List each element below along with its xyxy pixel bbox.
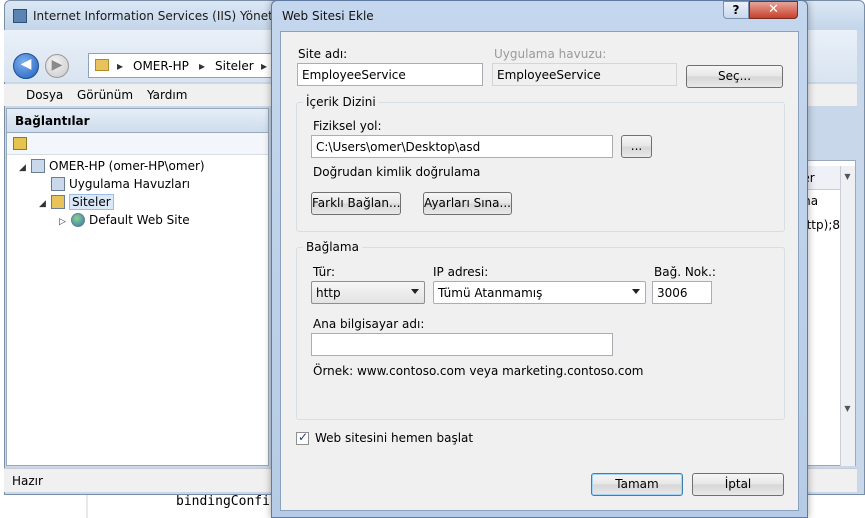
- add-website-dialog: Web Sitesi Ekle ? ✕ Site adı: EmployeeSe…: [271, 0, 808, 518]
- connections-header: Bağlantılar: [7, 109, 268, 133]
- binding-type-value: http: [316, 286, 341, 300]
- ip-address-value: Tümü Atanmamış: [438, 286, 543, 300]
- binding-group: Bağlama Tür: http IP adresi: Tümü Atanma…: [296, 240, 785, 420]
- iis-app-icon: [13, 9, 27, 23]
- binding-title: Bağlama: [303, 240, 362, 254]
- app-pool-icon: [51, 177, 65, 191]
- tree-node-server-label: OMER-HP (omer-HP\omer): [49, 159, 205, 173]
- breadcrumb-separator: ▸: [261, 59, 268, 73]
- breadcrumb-sites[interactable]: Siteler: [215, 59, 254, 73]
- breadcrumb-server[interactable]: OMER-HP: [133, 59, 189, 73]
- checkmark-icon: ✓: [298, 430, 309, 444]
- forward-arrow-icon: ▶: [51, 57, 63, 73]
- connect-icon[interactable]: [13, 137, 27, 150]
- address-bar[interactable]: ▸ OMER-HP ▸ Siteler ▸: [88, 53, 288, 78]
- folder-icon: [95, 59, 109, 71]
- back-arrow-icon: ◀: [20, 56, 32, 72]
- tree-node-app-pools[interactable]: Uygulama Havuzları: [51, 177, 190, 191]
- site-name-input[interactable]: EmployeeService: [297, 63, 483, 86]
- ok-button[interactable]: Tamam: [591, 473, 683, 496]
- start-site-checkbox[interactable]: ✓: [296, 430, 309, 445]
- dropdown-arrow-icon: [411, 289, 419, 294]
- scroll-down-icon[interactable]: ▼: [840, 404, 855, 420]
- connect-as-button[interactable]: Farklı Bağlan...: [311, 192, 401, 215]
- tree-node-default-site[interactable]: ▷ Default Web Site: [59, 213, 190, 227]
- collapse-icon[interactable]: ◢: [39, 199, 49, 209]
- site-name-label: Site adı:: [298, 47, 348, 61]
- tree-node-default-site-label: Default Web Site: [89, 213, 190, 227]
- binding-type-select[interactable]: http: [311, 281, 425, 304]
- server-icon: [31, 159, 45, 173]
- breadcrumb-separator: ▸: [117, 59, 124, 73]
- help-button[interactable]: ?: [723, 1, 749, 19]
- tree-node-sites-label: Siteler: [69, 194, 114, 210]
- content-directory-title: İçerik Dizini: [303, 95, 379, 109]
- test-settings-button[interactable]: Ayarları Sına...: [423, 192, 512, 215]
- tree-node-app-pools-label: Uygulama Havuzları: [69, 177, 190, 191]
- close-button[interactable]: ✕: [749, 1, 798, 19]
- vertical-scrollbar[interactable]: [840, 166, 855, 466]
- expand-icon[interactable]: ▷: [59, 217, 69, 227]
- select-app-pool-button[interactable]: Seç...: [686, 65, 783, 88]
- tree-node-sites[interactable]: ◢ Siteler: [39, 194, 114, 210]
- breadcrumb-separator: ▸: [199, 59, 206, 73]
- sites-folder-icon: [51, 195, 65, 209]
- browse-path-button[interactable]: ...: [621, 135, 652, 158]
- scroll-down-icon[interactable]: ▼: [840, 172, 855, 188]
- pass-through-auth-label: Doğrudan kimlik doğrulama: [313, 165, 481, 179]
- dialog-title: Web Sitesi Ekle: [282, 9, 374, 23]
- content-directory-group: İçerik Dizini Fiziksel yol: C:\Users\ome…: [296, 95, 785, 232]
- app-pool-field: EmployeeService: [492, 63, 677, 86]
- binding-type-label: Tür:: [313, 265, 336, 279]
- start-site-label[interactable]: Web sitesini hemen başlat: [315, 431, 473, 445]
- forward-button[interactable]: ▶: [45, 54, 69, 78]
- connections-title: Bağlantılar: [15, 114, 90, 128]
- globe-icon: [71, 213, 85, 227]
- app-pool-label: Uygulama havuzu:: [494, 47, 607, 61]
- host-name-input[interactable]: [311, 333, 613, 356]
- status-text: Hazır: [12, 474, 43, 488]
- host-name-label: Ana bilgisayar adı:: [313, 317, 425, 331]
- physical-path-label: Fiziksel yol:: [313, 119, 382, 133]
- dialog-body: Site adı: EmployeeService Uygulama havuz…: [280, 31, 799, 511]
- back-button[interactable]: ◀: [13, 53, 39, 79]
- dropdown-arrow-icon: [632, 289, 640, 294]
- host-name-example: Örnek: www.contoso.com veya marketing.co…: [313, 364, 644, 378]
- port-input[interactable]: 3006: [652, 281, 712, 304]
- connections-pane: Bağlantılar ◢ OMER-HP (omer-HP\omer) Uygu…: [6, 108, 269, 466]
- menu-file[interactable]: Dosya: [26, 88, 63, 102]
- connections-toolbar: [7, 133, 268, 155]
- physical-path-input[interactable]: C:\Users\omer\Desktop\asd: [311, 135, 613, 158]
- collapse-icon[interactable]: ◢: [19, 163, 29, 173]
- iis-window-title: Internet Information Services (IIS) Yöne…: [33, 9, 296, 23]
- code-line: bindingConfi: [176, 494, 270, 509]
- menu-view[interactable]: Görünüm: [77, 88, 133, 102]
- cancel-button[interactable]: İptal: [692, 473, 784, 496]
- menu-help[interactable]: Yardım: [147, 88, 187, 102]
- ip-address-select[interactable]: Tümü Atanmamış: [433, 281, 646, 304]
- tree-node-server[interactable]: ◢ OMER-HP (omer-HP\omer): [19, 159, 205, 173]
- port-label: Bağ. Nok.:: [654, 265, 716, 279]
- ip-address-label: IP adresi:: [433, 265, 489, 279]
